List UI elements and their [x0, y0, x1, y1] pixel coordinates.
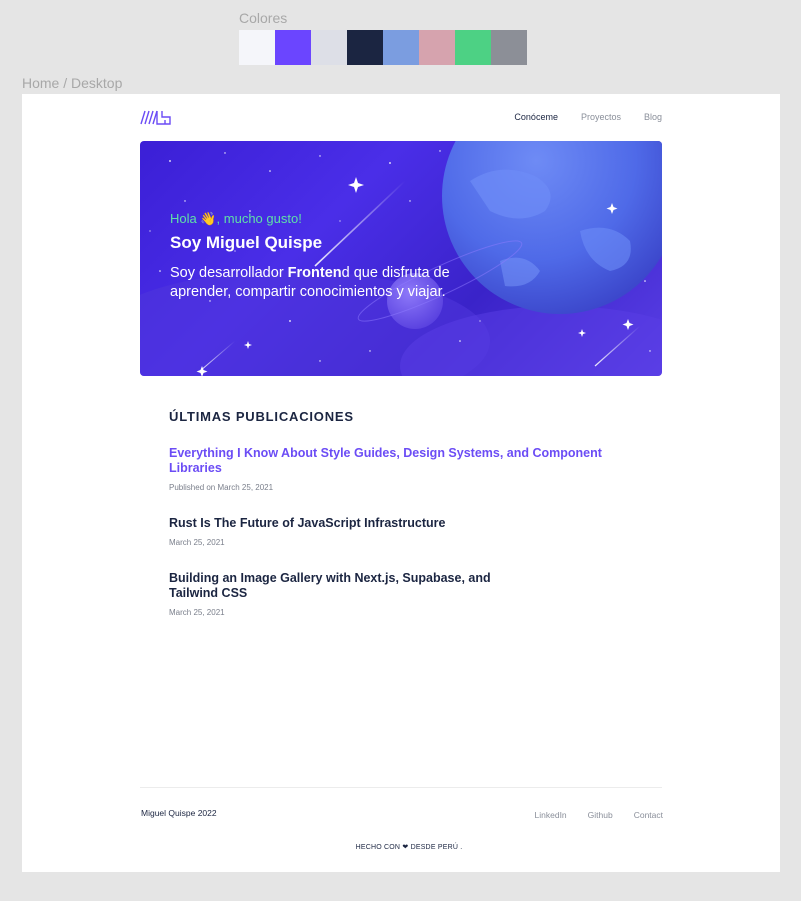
- desktop-frame: Conóceme Proyectos Blog Hola 👋, mucho gu…: [22, 94, 780, 872]
- logo-mq-icon[interactable]: [140, 110, 171, 125]
- made-text-end: DESDE PERÚ .: [408, 844, 463, 851]
- swatch[interactable]: [455, 30, 491, 65]
- swatch[interactable]: [491, 30, 527, 65]
- swatch[interactable]: [239, 30, 275, 65]
- colors-label: Colores: [239, 10, 288, 26]
- footer-divider: [140, 787, 662, 788]
- swatch[interactable]: [311, 30, 347, 65]
- hero-description: Soy desarrollador Frontend que disfruta …: [170, 264, 510, 302]
- hero-banner: Hola 👋, mucho gusto! Soy Miguel Quispe S…: [140, 141, 662, 376]
- hero-greeting: Hola 👋, mucho gusto!: [170, 211, 302, 227]
- greeting-text: Hola: [170, 211, 201, 226]
- hero-title: Soy Miguel Quispe: [170, 233, 323, 252]
- post-item: Building an Image Gallery with Next.js, …: [169, 571, 509, 617]
- made-text: HECHO CON: [355, 844, 403, 851]
- nav-links: Conóceme Proyectos Blog: [514, 112, 662, 122]
- color-swatches: [239, 30, 527, 65]
- footer-links: LinkedIn Github Contact: [514, 810, 663, 820]
- waving-hand-icon: 👋: [200, 211, 217, 226]
- post-date: March 25, 2021: [169, 538, 225, 547]
- frame-label[interactable]: Home / Desktop: [22, 75, 122, 91]
- nav-link-blog[interactable]: Blog: [644, 112, 662, 122]
- swatch[interactable]: [347, 30, 383, 65]
- space-illustration: [140, 141, 662, 376]
- nav-link-proyectos[interactable]: Proyectos: [581, 112, 621, 122]
- post-title-link[interactable]: Rust Is The Future of JavaScript Infrast…: [169, 516, 629, 531]
- swatch[interactable]: [419, 30, 455, 65]
- post-item: Rust Is The Future of JavaScript Infrast…: [169, 516, 629, 547]
- footer-link-linkedin[interactable]: LinkedIn: [535, 810, 567, 820]
- navbar: Conóceme Proyectos Blog: [140, 108, 662, 128]
- desc-text: Soy desarrollador: [170, 265, 288, 281]
- greeting-text-end: , mucho gusto!: [216, 211, 302, 226]
- footer-link-contact[interactable]: Contact: [634, 810, 663, 820]
- desc-bold: Fronten: [287, 265, 342, 281]
- footer-copyright: Miguel Quispe 2022: [141, 808, 217, 818]
- footer-made-in: HECHO CON ❤ DESDE PERÚ .: [22, 843, 796, 851]
- nav-link-conoceme[interactable]: Conóceme: [514, 112, 558, 122]
- post-title-link[interactable]: Everything I Know About Style Guides, De…: [169, 446, 629, 476]
- post-item: Everything I Know About Style Guides, De…: [169, 446, 629, 492]
- swatch[interactable]: [275, 30, 311, 65]
- swatch[interactable]: [383, 30, 419, 65]
- footer-link-github[interactable]: Github: [588, 810, 613, 820]
- post-date: March 25, 2021: [169, 608, 225, 617]
- section-title: ÚLTIMAS PUBLICACIONES: [169, 409, 354, 424]
- post-date: Published on March 25, 2021: [169, 483, 274, 492]
- post-title-link[interactable]: Building an Image Gallery with Next.js, …: [169, 571, 509, 601]
